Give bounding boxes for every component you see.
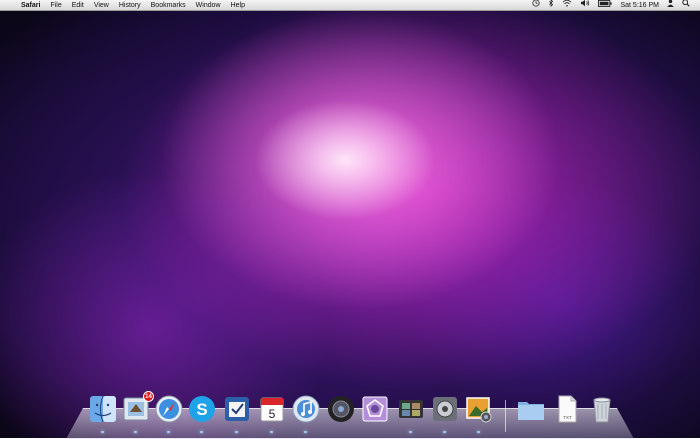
wifi-icon[interactable] — [558, 0, 576, 11]
iphoto-icon[interactable] — [464, 394, 494, 424]
menu-app-name[interactable]: Safari — [16, 0, 45, 11]
user-icon[interactable] — [663, 0, 678, 11]
photo-booth-running-indicator — [409, 431, 412, 433]
iphoto-running-indicator — [477, 431, 480, 433]
battery-icon[interactable] — [594, 0, 616, 11]
todo-running-indicator — [235, 431, 238, 433]
dock-separator — [505, 400, 506, 432]
system-preferences-running-indicator — [443, 431, 446, 433]
system-preferences-icon[interactable] — [430, 394, 460, 424]
menu-file[interactable]: File — [45, 0, 66, 11]
photo-booth-icon[interactable] — [396, 394, 426, 424]
finder-icon[interactable] — [88, 394, 118, 424]
ical-running-indicator — [270, 431, 273, 433]
menu-history[interactable]: History — [114, 0, 146, 11]
time-machine-icon[interactable] — [528, 0, 544, 11]
skype-icon[interactable]: S — [187, 394, 217, 424]
text-file-icon[interactable]: TXT — [552, 394, 582, 424]
mail-running-indicator — [134, 431, 137, 433]
safari-running-indicator — [167, 431, 170, 433]
documents-folder-icon[interactable] — [516, 394, 546, 424]
menu-window[interactable]: Window — [191, 0, 226, 11]
svg-text:S: S — [196, 400, 207, 419]
ical-day-number: 5 — [269, 407, 276, 421]
text-file-label: TXT — [563, 415, 572, 420]
menu-view[interactable]: View — [89, 0, 114, 11]
finder-running-indicator — [101, 431, 104, 433]
menu-edit[interactable]: Edit — [67, 0, 89, 11]
desktop-wallpaper — [0, 0, 700, 438]
todo-icon[interactable] — [222, 394, 252, 424]
volume-icon[interactable] — [576, 0, 594, 11]
aperture-icon[interactable] — [360, 394, 390, 424]
safari-icon[interactable] — [154, 394, 184, 424]
clock[interactable]: Sat 5:16 PM — [616, 0, 663, 11]
itunes-running-indicator — [304, 431, 307, 433]
mail-unread-badge: 14 — [143, 391, 154, 402]
mail-icon[interactable]: 14 — [121, 391, 154, 424]
ical-icon[interactable]: 5 — [257, 394, 287, 424]
menu-bookmarks[interactable]: Bookmarks — [146, 0, 191, 11]
menu-bar: Safari File Edit View History Bookmarks … — [0, 0, 700, 11]
spotlight-icon[interactable] — [678, 0, 694, 11]
trash-icon[interactable] — [587, 394, 617, 424]
status-area: Sat 5:16 PM — [528, 0, 700, 11]
menu-help[interactable]: Help — [226, 0, 250, 11]
skype-running-indicator — [200, 431, 203, 433]
itunes-icon[interactable] — [291, 394, 321, 424]
bluetooth-icon[interactable] — [544, 0, 558, 11]
dvd-player-icon[interactable] — [326, 394, 356, 424]
